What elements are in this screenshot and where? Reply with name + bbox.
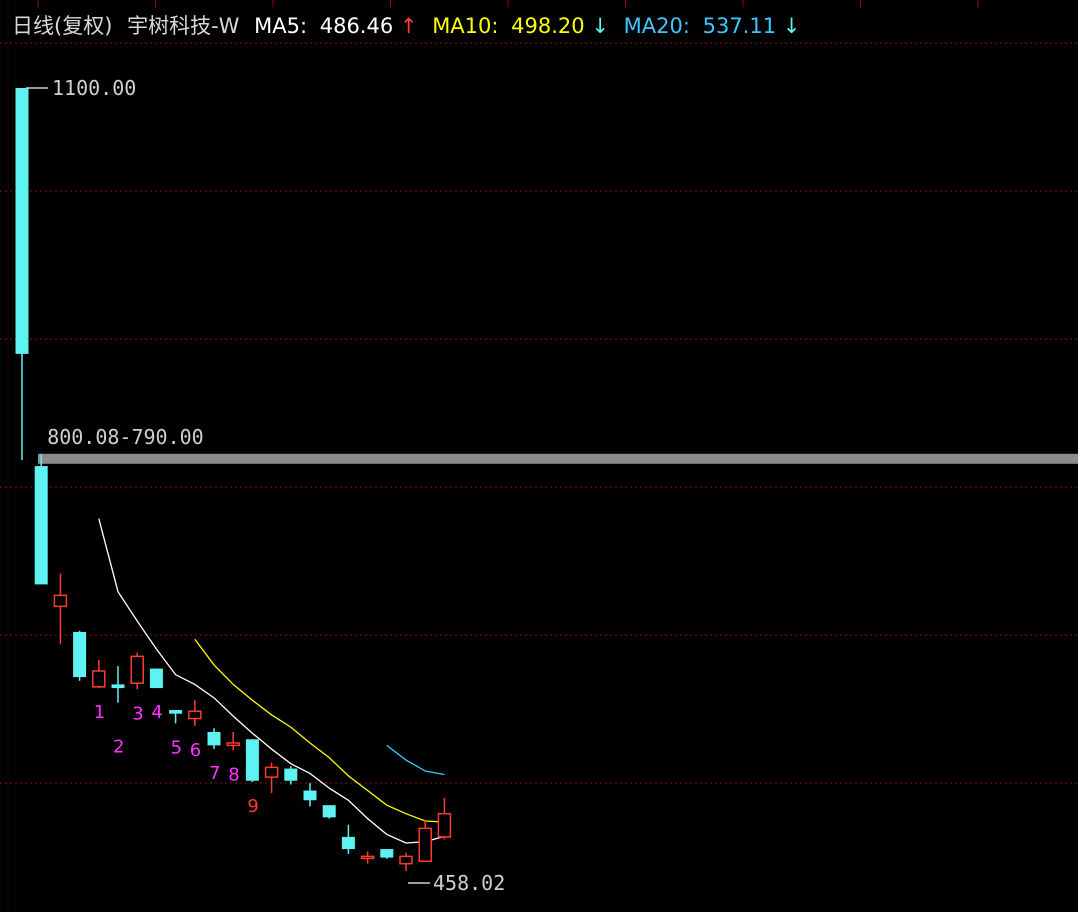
candle-body [130,655,144,684]
candle-body [111,684,125,689]
candle-body [34,466,48,585]
candle-body [92,670,106,688]
gap-level-bar [38,453,1078,464]
candle [34,453,48,585]
period-label: 日线(复权) [12,14,112,38]
candle [149,668,163,689]
ma10-down-arrow-icon: ↓ [591,14,609,38]
sequence-count-label: 3 [132,703,143,724]
candle-body [418,827,432,863]
gap-range-label: 800.08-790.00 [47,425,204,449]
ma20-value: 537.11 [703,14,776,38]
sequence-count-label: 1 [94,702,105,723]
sequence-count-label: 8 [228,764,239,785]
candle-body [149,668,163,689]
candle-body [303,790,317,801]
gap-level [38,453,1078,464]
candle [322,805,336,819]
candle-body [188,710,202,720]
candle-body [341,836,355,850]
candle-body [15,88,29,354]
high-price-label: 1100.00 [52,76,136,100]
candle-body [207,731,221,746]
sequence-count-label: 9 [247,796,258,817]
sequence-count-label: 7 [209,763,220,784]
candle-body [264,766,279,778]
sequence-count-label: 2 [113,737,124,758]
candle-body [53,594,68,608]
ma10-label: MA10: [432,14,498,38]
ma5-value: 486.46 [320,14,393,38]
candle-body [399,855,413,865]
candle-body [360,855,375,860]
candle [245,739,259,782]
ma20-down-arrow-icon: ↓ [783,14,801,38]
ma5-up-arrow-icon: ↑ [400,14,418,38]
candle-body [322,805,336,818]
candlestick-chart: 1100.00 800.08-790.00 458.02 123 45 67 89 日… [0,0,1078,912]
svg-text:日线(复权) 宇树科技-W MA5:: 日线(复权) 宇树科技-W MA5: 486.46 ↑ MA10: 498.20… [12,14,800,38]
candle [73,630,87,681]
sequence-count-label: 5 [171,737,182,758]
chart-header: 日线(复权) 宇树科技-W MA5: 486.46 ↑ MA10: 498.20… [12,14,800,38]
candle-body [169,710,183,714]
candle-body [284,768,298,781]
candle-body [226,742,240,747]
candle-body [73,631,87,678]
sequence-count-label: 4 [151,702,162,723]
ma10-value: 498.20 [511,14,584,38]
ma20-label: MA20: [624,14,690,38]
stock-name: 宇树科技-W [127,14,240,38]
sequence-count-label: 6 [190,740,201,761]
ma5-label: MA5: [254,14,307,38]
low-price-label: 458.02 [433,871,505,895]
candle-body [245,739,259,781]
candle [130,652,144,690]
candle-body [437,812,452,838]
candle-body [380,849,394,858]
candle [380,849,394,859]
